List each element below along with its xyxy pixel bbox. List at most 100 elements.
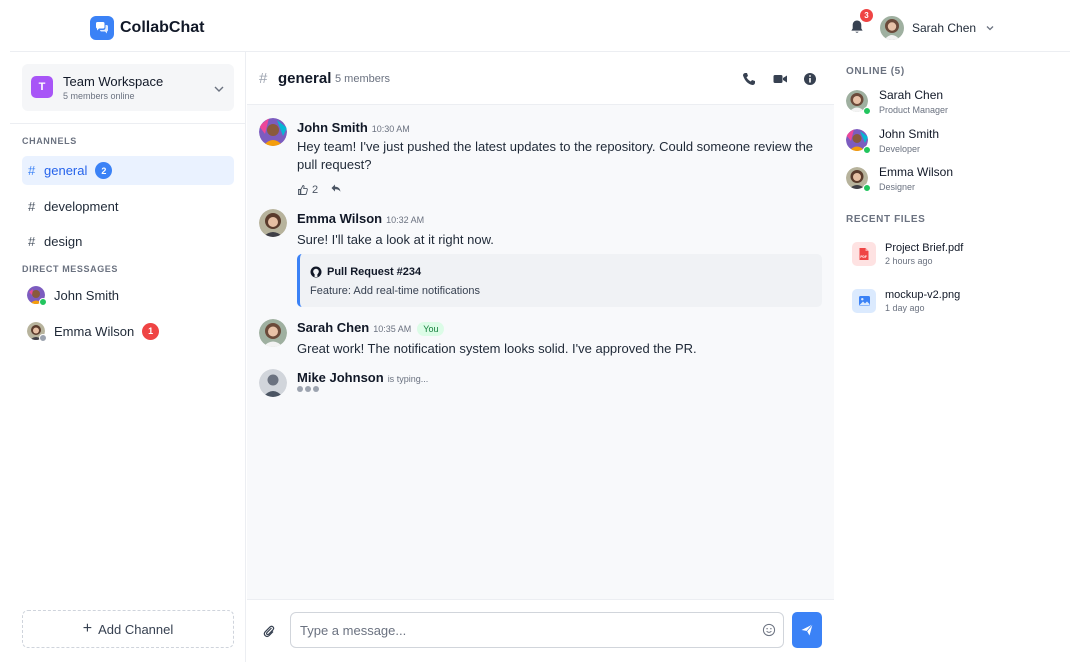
send-icon — [801, 624, 813, 636]
file-item-mockup[interactable]: mockup-v2.png 1 day ago — [850, 287, 1050, 317]
info-icon[interactable] — [802, 71, 818, 87]
message-input[interactable] — [290, 612, 784, 648]
message-author: John Smith 10:30 AM — [297, 120, 410, 135]
author-name: Sarah Chen — [297, 320, 370, 335]
workspace-status: 5 members online — [63, 91, 135, 101]
app-logo[interactable]: CollabChat — [90, 16, 204, 40]
chevron-down-icon — [986, 26, 994, 31]
hash-icon: # — [259, 70, 268, 87]
avatar — [259, 118, 287, 146]
avatar — [27, 286, 47, 306]
online-status-icon — [863, 146, 871, 154]
message-composer — [247, 599, 834, 662]
paperclip-icon[interactable] — [262, 624, 276, 638]
pr-title-text: Pull Request #234 — [327, 266, 422, 278]
divider — [10, 123, 245, 124]
typing-dots — [297, 386, 321, 392]
member-item-sarah-chen[interactable]: Sarah Chen Product Manager — [846, 88, 1056, 118]
plus-icon: + — [82, 620, 93, 637]
pr-description: Feature: Add real-time notifications — [310, 285, 480, 297]
github-icon — [310, 266, 322, 278]
online-status-icon — [863, 184, 871, 192]
avatar — [846, 90, 871, 115]
workspace-switcher[interactable]: T Team Workspace 5 members online — [22, 64, 234, 111]
dm-name: John Smith — [54, 287, 120, 303]
member-item-john-smith[interactable]: John Smith Developer — [846, 127, 1056, 157]
thumbs-up-icon — [298, 184, 308, 195]
typing-author: Mike Johnson is typing... — [297, 370, 428, 385]
channel-item-development[interactable]: # development — [22, 192, 234, 221]
user-name: Sarah Chen — [912, 21, 977, 35]
member-role: Designer — [879, 182, 916, 192]
user-menu[interactable]: Sarah Chen — [880, 16, 995, 40]
workspace-name: Team Workspace — [63, 74, 164, 89]
member-count: 5 members — [335, 73, 391, 85]
member-role: Developer — [879, 144, 921, 154]
notification-count-badge: 3 — [860, 9, 873, 22]
dm-item-john-smith[interactable]: John Smith — [22, 281, 234, 309]
channel-name: development — [44, 199, 119, 214]
channel-item-general[interactable]: # general 2 — [22, 156, 234, 185]
online-label: ONLINE (5) — [846, 66, 905, 77]
avatar — [846, 129, 871, 154]
thumbs-up-reaction[interactable]: 2 — [297, 184, 318, 196]
message-text: Sure! I'll take a look at it right now. — [297, 232, 494, 247]
right-sidebar: ONLINE (5) Sarah Chen Product Manager Jo… — [835, 52, 1071, 662]
message-time: 10:35 AM — [373, 324, 412, 334]
message-item: Sarah Chen 10:35 AM You Great work! The no… — [259, 319, 819, 359]
chat-bubbles-icon — [90, 16, 114, 40]
chevron-down-icon — [214, 86, 224, 92]
member-name: Emma Wilson — [879, 165, 954, 179]
dm-item-emma-wilson[interactable]: Emma Wilson 1 — [22, 317, 234, 345]
hash-icon: # — [28, 163, 36, 178]
channel-name: design — [44, 234, 83, 249]
author-name: Mike Johnson — [297, 370, 384, 385]
message-text: Hey team! I've just pushed the latest up… — [297, 139, 814, 172]
author-name: Emma Wilson — [297, 211, 383, 226]
file-name: Project Brief.pdf — [885, 242, 964, 254]
video-call-icon[interactable] — [772, 71, 788, 87]
typing-label: is typing... — [387, 374, 429, 384]
workspace-icon: T — [31, 76, 53, 98]
author-name: John Smith — [297, 120, 368, 135]
reaction-count: 2 — [312, 183, 319, 196]
phone-icon[interactable] — [741, 71, 757, 87]
online-status-icon — [863, 107, 871, 115]
avatar — [259, 319, 287, 347]
channel-name: general — [44, 163, 88, 178]
add-channel-button[interactable]: + Add Channel — [22, 610, 234, 648]
emoji-icon[interactable] — [762, 623, 776, 637]
dm-name: Emma Wilson — [54, 323, 135, 339]
unread-badge: 1 — [142, 322, 160, 340]
member-item-emma-wilson[interactable]: Emma Wilson Designer — [846, 165, 1056, 195]
file-time: 2 hours ago — [885, 256, 933, 266]
pull-request-card[interactable]: Pull Request #234 Feature: Add real-time… — [297, 254, 822, 307]
message-author: Emma Wilson 10:32 AM — [297, 211, 424, 226]
direct-messages-label: DIRECT MESSAGES — [22, 264, 119, 274]
pdf-file-icon: PDF — [852, 242, 876, 266]
message-item: Emma Wilson 10:32 AM Sure! I'll take a lo… — [259, 209, 824, 309]
hash-icon: # — [28, 234, 36, 249]
pr-title: Pull Request #234 — [310, 266, 421, 278]
image-file-icon — [852, 289, 876, 313]
hash-icon: # — [28, 199, 36, 214]
unread-badge: 2 — [95, 162, 113, 179]
left-sidebar: T Team Workspace 5 members online CHANNE… — [10, 52, 246, 662]
message-time: 10:30 AM — [371, 124, 410, 134]
file-time: 1 day ago — [885, 303, 925, 313]
channel-title: general — [278, 70, 332, 87]
send-button[interactable] — [792, 612, 822, 648]
reply-icon[interactable] — [330, 182, 342, 197]
recent-files-label: RECENT FILES — [846, 214, 926, 225]
add-channel-label: Add Channel — [98, 621, 174, 637]
avatar — [27, 322, 47, 342]
file-name: mockup-v2.png — [885, 289, 961, 301]
channel-item-design[interactable]: # design — [22, 227, 234, 256]
file-item-project-brief[interactable]: PDF Project Brief.pdf 2 hours ago — [850, 240, 1050, 270]
typing-indicator: Mike Johnson is typing... — [259, 369, 559, 401]
avatar — [259, 369, 287, 397]
away-status-icon — [39, 334, 47, 342]
app-root: CollabChat 3 Sarah Chen T Team Workspace… — [0, 0, 1079, 662]
avatar — [259, 209, 287, 237]
avatar — [846, 167, 871, 192]
